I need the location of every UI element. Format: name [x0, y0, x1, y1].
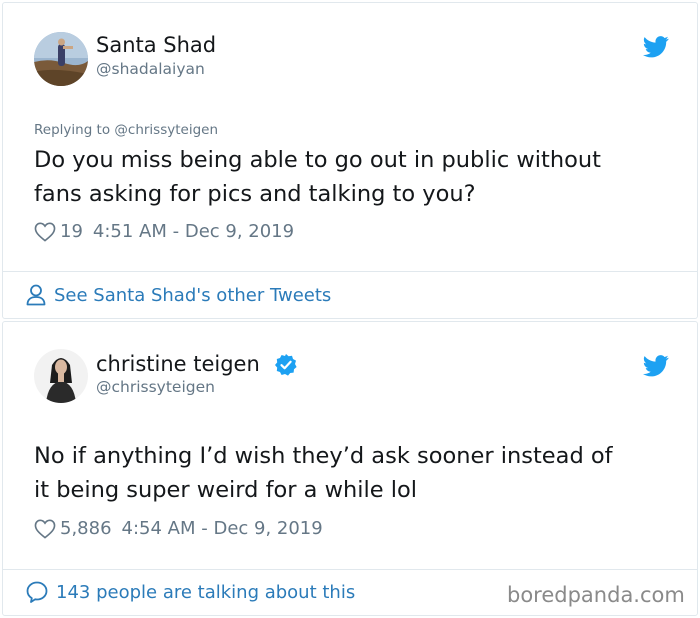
heart-icon[interactable] — [34, 222, 56, 242]
see-other-tweets-link[interactable]: See Santa Shad's other Tweets — [26, 284, 331, 306]
replying-to-label[interactable]: Replying to @chrissyteigen — [34, 122, 218, 138]
timestamp[interactable]: 4:51 AM - Dec 9, 2019 — [93, 221, 294, 242]
see-other-tweets-label[interactable]: See Santa Shad's other Tweets — [54, 285, 331, 306]
author-handle[interactable]: @chrissyteigen — [96, 378, 215, 396]
person-icon — [26, 284, 46, 306]
speech-bubble-icon — [26, 581, 48, 603]
tweet-text-line: fans asking for pics and talking to you? — [34, 181, 476, 207]
tweet-card-christine-teigen: christine teigen @chrissyteigen No if an… — [2, 321, 698, 616]
tweet-text: No if anything I’d wish they’d ask soone… — [34, 439, 674, 507]
like-count[interactable]: 5,886 — [60, 518, 112, 539]
heart-icon[interactable] — [34, 519, 56, 539]
twitter-bird-icon[interactable] — [643, 36, 669, 58]
twitter-bird-icon[interactable] — [643, 355, 669, 377]
author-name[interactable]: christine teigen — [96, 352, 260, 376]
like-count[interactable]: 19 — [60, 221, 83, 242]
timestamp[interactable]: 4:54 AM - Dec 9, 2019 — [122, 518, 323, 539]
conversation-count-label[interactable]: 143 people are talking about this — [56, 582, 355, 603]
avatar[interactable] — [34, 32, 88, 86]
avatar[interactable] — [34, 349, 88, 403]
tweet-text-line: Do you miss being able to go out in publ… — [34, 147, 601, 173]
tweet-text-line: it being super weird for a while lol — [34, 477, 418, 503]
divider — [3, 271, 697, 272]
watermark: boredpanda.com — [507, 583, 685, 607]
tweet-card-santa-shad: Santa Shad @shadalaiyan Replying to @chr… — [2, 2, 698, 319]
conversation-link[interactable]: 143 people are talking about this — [26, 581, 355, 603]
tweet-text: Do you miss being able to go out in publ… — [34, 143, 674, 211]
divider — [3, 569, 697, 570]
tweet-meta: 19 4:51 AM - Dec 9, 2019 — [34, 221, 294, 242]
tweet-text-line: No if anything I’d wish they’d ask soone… — [34, 443, 613, 469]
author-handle[interactable]: @shadalaiyan — [96, 60, 205, 78]
author-name[interactable]: Santa Shad — [96, 33, 216, 57]
verified-badge-icon — [275, 354, 297, 376]
tweet-meta: 5,886 4:54 AM - Dec 9, 2019 — [34, 518, 323, 539]
